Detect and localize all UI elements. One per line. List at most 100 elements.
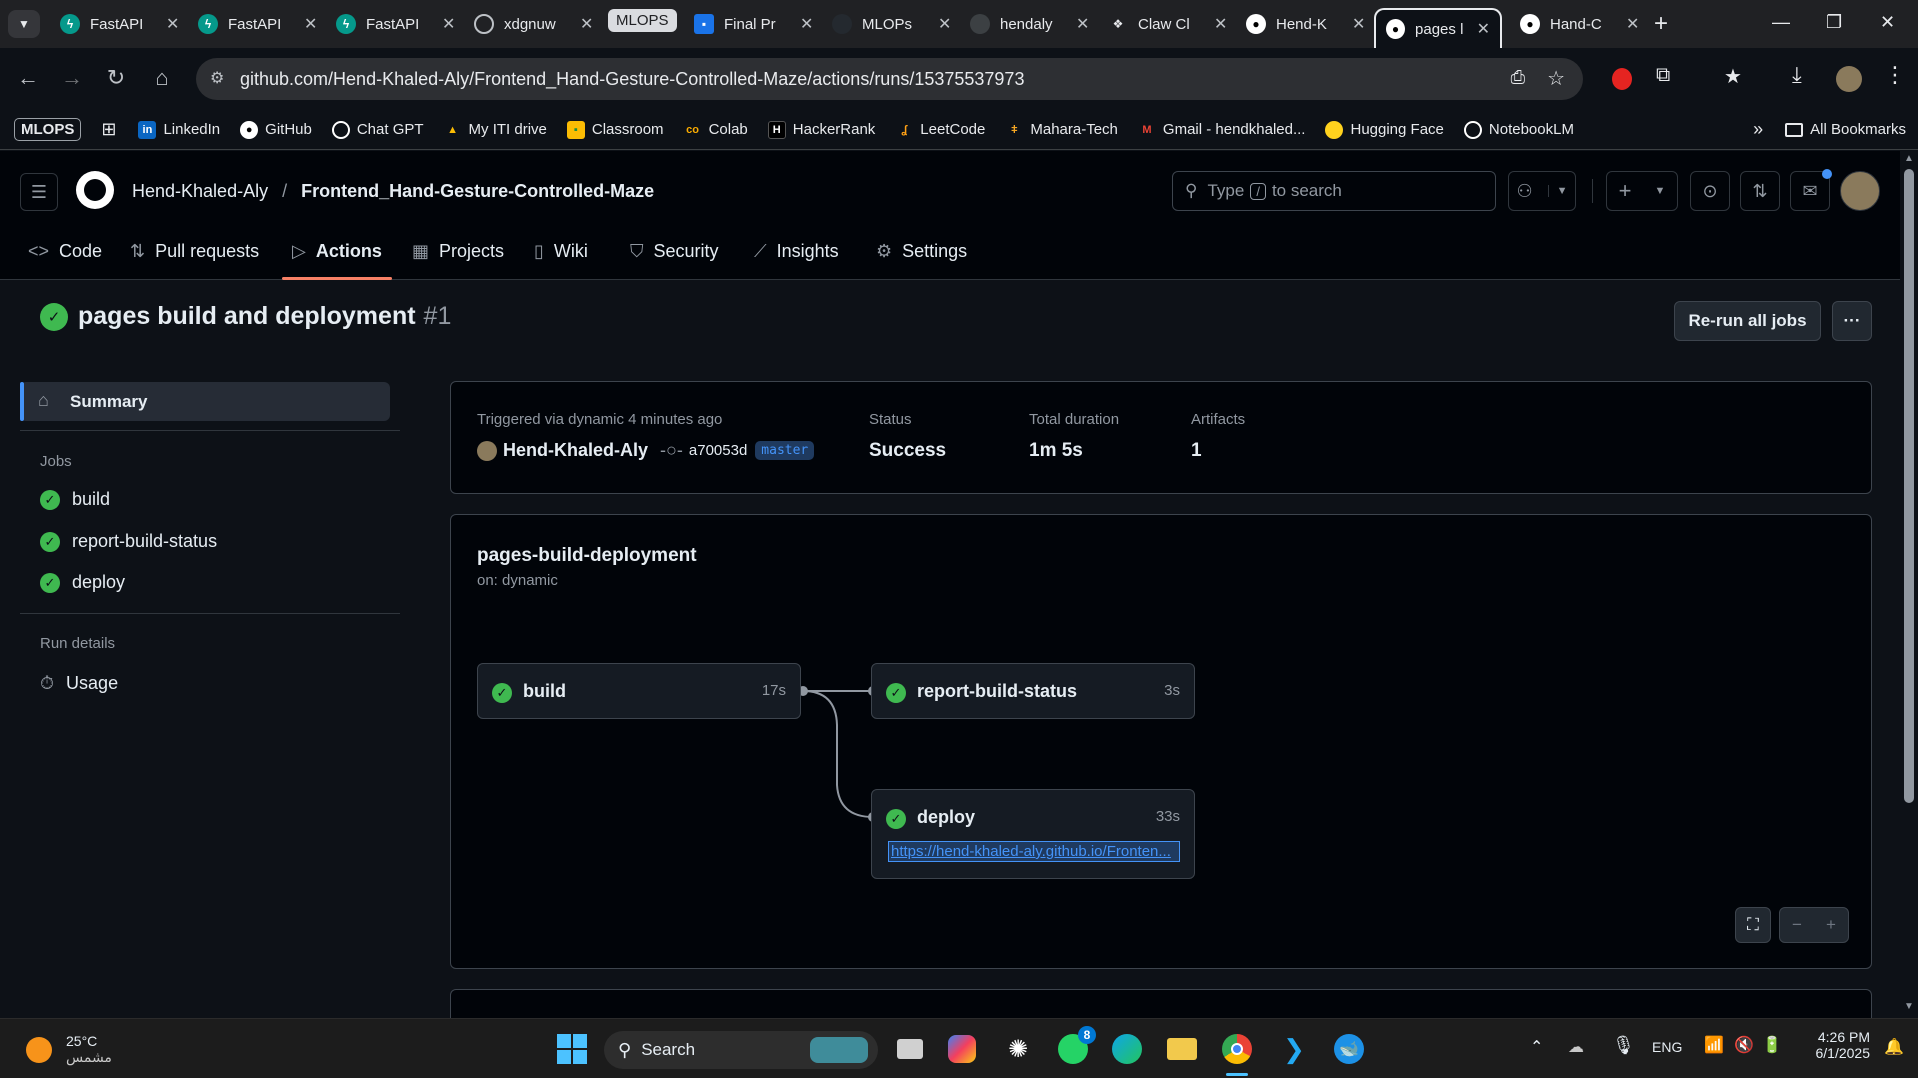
breadcrumb-owner[interactable]: Hend-Khaled-Aly (132, 181, 268, 202)
user-avatar[interactable] (1840, 171, 1880, 211)
clock[interactable]: 4:26 PM 6/1/2025 (1800, 1029, 1871, 1061)
artifacts-value[interactable]: 1 (1191, 440, 1202, 462)
bookmark-item[interactable]: NotebookLM (1463, 120, 1574, 139)
extensions-puzzle-icon[interactable]: ⧉ (1656, 64, 1670, 87)
bookmark-item[interactable]: in LinkedIn (138, 120, 220, 139)
browser-tab[interactable]: MLOPs ✕ (822, 8, 961, 40)
tab-group-chip[interactable]: MLOPS (608, 9, 677, 32)
chatgpt-app-icon[interactable]: ✺ (1002, 1033, 1034, 1065)
close-icon[interactable]: ✕ (580, 14, 593, 34)
tray-overflow-icon[interactable]: ⌃ (1530, 1037, 1543, 1057)
browser-tab[interactable]: ● Hend-K ✕ (1236, 8, 1375, 40)
scroll-down-arrow[interactable]: ▼ (1904, 1001, 1914, 1012)
chrome-app-icon[interactable] (1222, 1034, 1252, 1064)
bookmark-item[interactable]: ʆ LeetCode (895, 121, 985, 139)
star-icon[interactable]: ☆ (1547, 66, 1565, 91)
windows-start-icon[interactable] (556, 1033, 588, 1065)
profile-avatar[interactable] (1836, 66, 1862, 92)
close-window-button[interactable]: ✕ (1880, 12, 1895, 33)
bookmark-star-icon[interactable]: ★ (1724, 64, 1742, 89)
back-button[interactable]: ← (12, 62, 44, 94)
sidebar-usage[interactable]: ⏱ Usage (40, 673, 118, 694)
deploy-url-link[interactable]: https://hend-khaled-aly.github.io/Fronte… (888, 841, 1180, 862)
vscode-app-icon[interactable]: ❯ (1278, 1033, 1310, 1065)
job-card-deploy[interactable]: ✓ deploy 33s https://hend-khaled-aly.git… (871, 789, 1195, 879)
minimize-button[interactable]: — (1772, 12, 1790, 33)
github-logo-icon[interactable] (76, 171, 114, 209)
taskbar-search[interactable]: ⚲ Search (604, 1031, 878, 1069)
bookmark-item[interactable]: ● GitHub (240, 120, 312, 139)
copilot-button[interactable]: ⚇ ▼ (1508, 171, 1576, 211)
address-bar[interactable]: ⚙ github.com/Hend-Khaled-Aly/Frontend_Ha… (196, 58, 1583, 100)
browser-tab[interactable]: hendaly ✕ (960, 8, 1099, 40)
close-icon[interactable]: ✕ (1626, 14, 1639, 34)
bookmark-item[interactable]: M Gmail - hendkhaled... (1138, 121, 1305, 139)
zoom-out-button[interactable]: − (1792, 915, 1802, 935)
scroll-thumb[interactable] (1904, 169, 1914, 803)
branch-badge[interactable]: master (755, 441, 815, 460)
task-view-icon[interactable] (894, 1033, 926, 1065)
bookmark-item[interactable]: H HackerRank (767, 120, 875, 139)
search-input[interactable]: ⚲ Type / to search (1172, 171, 1496, 211)
page-scrollbar[interactable]: ▲ ▼ (1900, 151, 1918, 1018)
tab-wiki[interactable]: ▯ Wiki (534, 241, 588, 262)
install-app-icon[interactable]: ⎙ (1511, 67, 1525, 88)
whatsapp-app-icon[interactable]: 8 (1058, 1026, 1096, 1064)
edge-app-icon[interactable] (1112, 1034, 1142, 1064)
language-indicator[interactable]: ENG (1652, 1039, 1682, 1055)
download-icon[interactable]: ⤓ (1792, 62, 1802, 88)
browser-tab[interactable]: ϟ FastAPI ✕ (326, 8, 465, 40)
bookmark-item[interactable]: MLOPS (14, 118, 82, 141)
actor-link[interactable]: Hend-Khaled-Aly (503, 440, 648, 461)
sidebar-summary-active[interactable]: ⌂ Summary (20, 382, 390, 421)
tab-pull-requests[interactable]: ⇅ Pull requests (130, 241, 259, 262)
close-icon[interactable]: ✕ (800, 14, 813, 34)
bookmark-item[interactable]: ǂ Mahara-Tech (1005, 121, 1118, 139)
fullscreen-button[interactable]: ⛶ (1735, 907, 1771, 943)
job-card-report-build-status[interactable]: ✓ report-build-status 3s (871, 663, 1195, 719)
close-icon[interactable]: ✕ (1214, 14, 1227, 34)
forward-button[interactable]: → (56, 62, 88, 94)
issues-button[interactable]: ⊙ (1690, 171, 1730, 211)
tab-projects[interactable]: ▦ Projects (412, 241, 504, 262)
bookmark-item[interactable]: Hugging Face (1325, 120, 1444, 139)
browser-tab-active[interactable]: ● pages l ✕ (1374, 8, 1502, 48)
tab-search-button[interactable]: ▼ (8, 10, 40, 38)
sidebar-job-deploy[interactable]: ✓ deploy (40, 572, 125, 593)
pull-requests-button[interactable]: ⇅ (1740, 171, 1780, 211)
tab-code[interactable]: <> Code (28, 241, 102, 262)
extension-red-icon[interactable] (1612, 68, 1632, 90)
browser-tab[interactable]: ▪ Final Pr ✕ (684, 8, 823, 40)
battery-icon[interactable]: 🔋 (1762, 1035, 1782, 1055)
sidebar-job-build[interactable]: ✓ build (40, 489, 110, 510)
restore-button[interactable]: ❐ (1826, 12, 1842, 33)
copilot-app-icon[interactable] (948, 1035, 976, 1063)
all-bookmarks[interactable]: All Bookmarks (1785, 121, 1906, 138)
browser-tab[interactable]: ϟ FastAPI ✕ (188, 8, 327, 40)
more-options-button[interactable]: ··· (1832, 301, 1872, 341)
weather-widget[interactable]: 25°C مشمس (26, 1033, 112, 1066)
sidebar-job-report-build-status[interactable]: ✓ report-build-status (40, 531, 217, 552)
close-icon[interactable]: ✕ (166, 14, 179, 34)
menu-kebab-icon[interactable]: ⋮ (1884, 62, 1906, 88)
bookmark-item[interactable]: co Colab (684, 121, 748, 139)
bookmark-item[interactable]: ▪ Classroom (566, 120, 664, 139)
docker-app-icon[interactable]: 🐋 (1334, 1034, 1364, 1064)
zoom-in-button[interactable]: + (1826, 915, 1836, 935)
wifi-icon[interactable]: 📶 (1704, 1035, 1724, 1055)
tab-actions[interactable]: ▷ Actions (292, 241, 382, 262)
close-icon[interactable]: ✕ (304, 14, 317, 34)
close-icon[interactable]: ✕ (1076, 14, 1089, 34)
scroll-up-arrow[interactable]: ▲ (1904, 153, 1914, 164)
microphone-icon[interactable]: 🎙 (1612, 1035, 1635, 1056)
rerun-all-jobs-button[interactable]: Re-run all jobs (1674, 301, 1821, 341)
volume-icon[interactable]: 🔇 (1734, 1035, 1754, 1055)
commit-sha[interactable]: a70053d (689, 442, 747, 459)
browser-tab[interactable]: ϟ FastAPI ✕ (50, 8, 189, 40)
browser-tab[interactable]: xdgnuw ✕ (464, 8, 603, 40)
browser-tab[interactable]: ● Hand-C ✕ (1510, 8, 1649, 40)
close-icon[interactable]: ✕ (442, 14, 455, 34)
close-icon[interactable]: ✕ (938, 14, 951, 34)
hamburger-menu-button[interactable]: ☰ (20, 173, 58, 211)
close-icon[interactable]: ✕ (1477, 19, 1490, 39)
